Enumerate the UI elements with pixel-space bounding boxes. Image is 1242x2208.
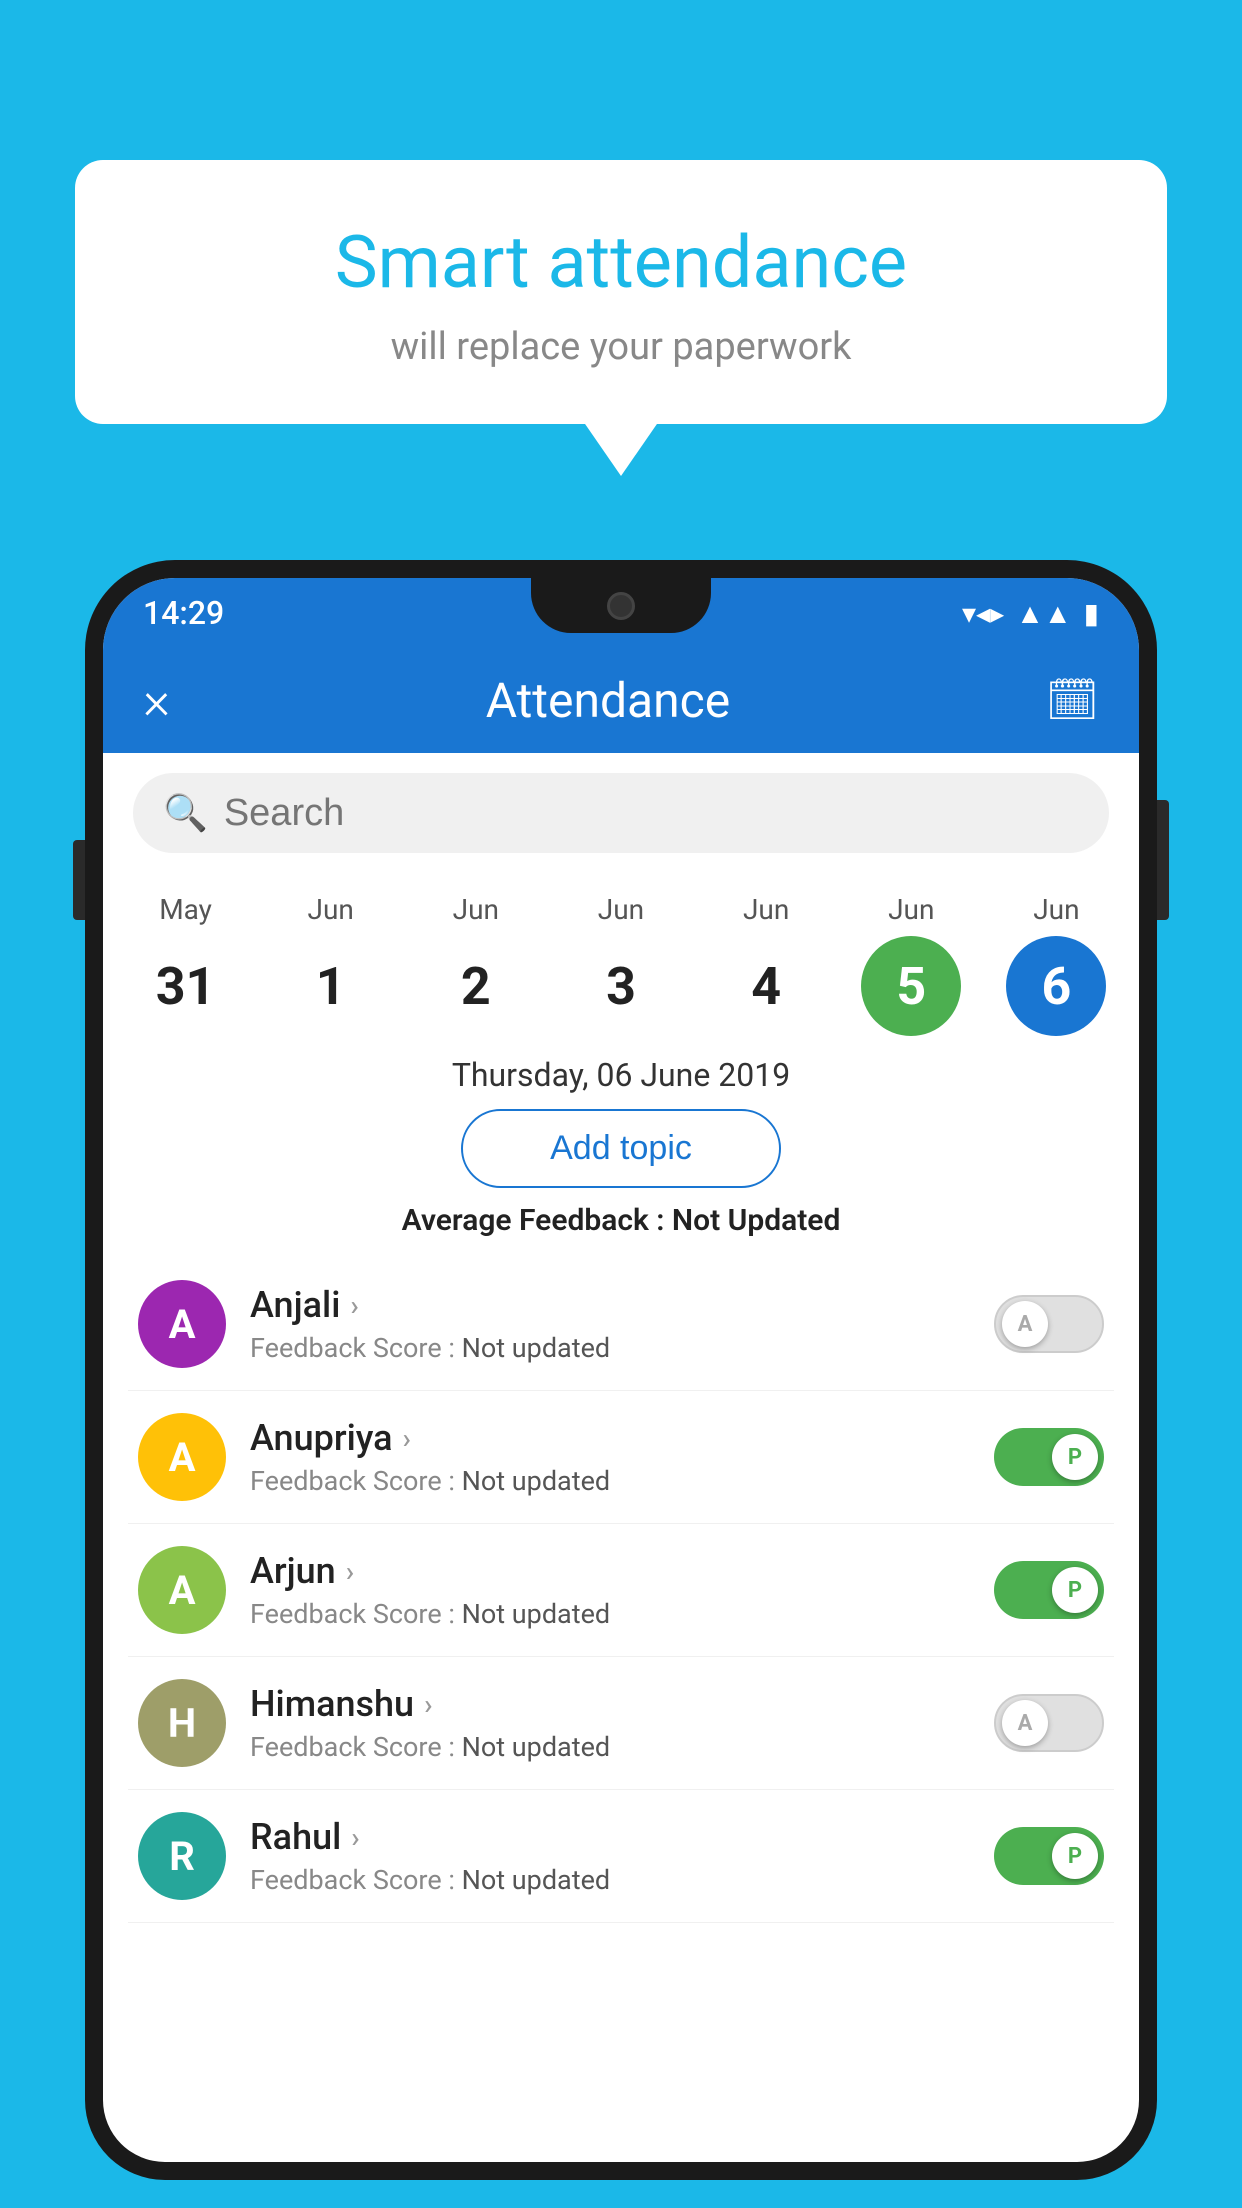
student-feedback-himanshu: Feedback Score : Not updated	[250, 1731, 970, 1763]
chevron-icon-arjun: ›	[346, 1555, 354, 1588]
cal-day-jun3[interactable]: Jun 3	[556, 893, 686, 1036]
chevron-icon-anjali: ›	[350, 1289, 358, 1322]
student-feedback-rahul: Feedback Score : Not updated	[250, 1864, 970, 1896]
chevron-icon-rahul: ›	[351, 1821, 359, 1854]
avg-feedback-value: Not Updated	[672, 1203, 840, 1238]
calendar-icon[interactable]: 🗓	[1046, 676, 1099, 725]
power-button	[1157, 800, 1169, 920]
status-time: 14:29	[143, 594, 224, 632]
header-title: Attendance	[486, 672, 731, 729]
app-header: × Attendance 🗓	[103, 648, 1139, 753]
student-item-arjun[interactable]: A Arjun › Feedback Score : Not updated P	[128, 1524, 1114, 1657]
chevron-icon-anupriya: ›	[403, 1422, 411, 1455]
average-feedback: Average Feedback : Not Updated	[103, 1203, 1139, 1238]
toggle-knob-rahul: P	[1052, 1833, 1098, 1879]
toggle-container-anjali[interactable]: A	[994, 1295, 1104, 1353]
search-input[interactable]	[224, 792, 1079, 835]
avatar-arjun: A	[138, 1546, 226, 1634]
toggle-knob-arjun: P	[1052, 1567, 1098, 1613]
student-name-anupriya: Anupriya ›	[250, 1417, 970, 1459]
student-name-himanshu: Himanshu ›	[250, 1683, 970, 1725]
student-feedback-arjun: Feedback Score : Not updated	[250, 1598, 970, 1630]
cal-day-jun5[interactable]: Jun 5	[846, 893, 976, 1036]
search-bar[interactable]: 🔍	[133, 773, 1109, 853]
toggle-arjun[interactable]: P	[994, 1561, 1104, 1619]
phone-frame: 14:29 ▾◂▸ ▲▲ ▮ × Attendance 🗓 🔍	[85, 560, 1157, 2208]
toggle-knob-anjali: A	[1002, 1301, 1048, 1347]
toggle-himanshu[interactable]: A	[994, 1694, 1104, 1752]
toggle-anjali[interactable]: A	[994, 1295, 1104, 1353]
student-name-arjun: Arjun ›	[250, 1550, 970, 1592]
phone-screen: 14:29 ▾◂▸ ▲▲ ▮ × Attendance 🗓 🔍	[103, 578, 1139, 2162]
chevron-icon-himanshu: ›	[424, 1688, 432, 1721]
cal-day-may31[interactable]: May 31	[121, 893, 251, 1036]
volume-button	[73, 840, 85, 920]
cal-day-jun1[interactable]: Jun 1	[266, 893, 396, 1036]
toggle-container-rahul[interactable]: P	[994, 1827, 1104, 1885]
toggle-anupriya[interactable]: P	[994, 1428, 1104, 1486]
bubble-subtitle: will replace your paperwork	[145, 325, 1097, 369]
student-item-anjali[interactable]: A Anjali › Feedback Score : Not updated …	[128, 1258, 1114, 1391]
student-feedback-anjali: Feedback Score : Not updated	[250, 1332, 970, 1364]
student-item-anupriya[interactable]: A Anupriya › Feedback Score : Not update…	[128, 1391, 1114, 1524]
cal-day-jun2[interactable]: Jun 2	[411, 893, 541, 1036]
signal-icon: ▲▲	[1016, 597, 1071, 630]
student-info-himanshu: Himanshu › Feedback Score : Not updated	[250, 1683, 970, 1763]
avatar-anupriya: A	[138, 1413, 226, 1501]
toggle-knob-anupriya: P	[1052, 1434, 1098, 1480]
toggle-container-himanshu[interactable]: A	[994, 1694, 1104, 1752]
student-name-rahul: Rahul ›	[250, 1816, 970, 1858]
calendar-strip: May 31 Jun 1 Jun 2 Jun 3 Jun 4	[103, 873, 1139, 1036]
toggle-knob-himanshu: A	[1002, 1700, 1048, 1746]
avatar-himanshu: H	[138, 1679, 226, 1767]
phone-outer: 14:29 ▾◂▸ ▲▲ ▮ × Attendance 🗓 🔍	[85, 560, 1157, 2180]
search-icon: 🔍	[163, 792, 208, 834]
speech-bubble-section: Smart attendance will replace your paper…	[75, 160, 1167, 424]
add-topic-button[interactable]: Add topic	[461, 1109, 781, 1188]
avatar-anjali: A	[138, 1280, 226, 1368]
selected-date-label: Thursday, 06 June 2019	[103, 1056, 1139, 1094]
status-icons: ▾◂▸ ▲▲ ▮	[962, 597, 1099, 630]
bubble-title: Smart attendance	[145, 220, 1097, 305]
battery-icon: ▮	[1084, 597, 1099, 630]
student-item-rahul[interactable]: R Rahul › Feedback Score : Not updated P	[128, 1790, 1114, 1923]
toggle-container-anupriya[interactable]: P	[994, 1428, 1104, 1486]
wifi-icon: ▾◂▸	[962, 597, 1004, 630]
student-info-arjun: Arjun › Feedback Score : Not updated	[250, 1550, 970, 1630]
cal-day-jun4[interactable]: Jun 4	[701, 893, 831, 1036]
student-info-anupriya: Anupriya › Feedback Score : Not updated	[250, 1417, 970, 1497]
student-feedback-anupriya: Feedback Score : Not updated	[250, 1465, 970, 1497]
avatar-rahul: R	[138, 1812, 226, 1900]
speech-bubble: Smart attendance will replace your paper…	[75, 160, 1167, 424]
toggle-rahul[interactable]: P	[994, 1827, 1104, 1885]
student-info-anjali: Anjali › Feedback Score : Not updated	[250, 1284, 970, 1364]
student-item-himanshu[interactable]: H Himanshu › Feedback Score : Not update…	[128, 1657, 1114, 1790]
phone-camera	[607, 592, 635, 620]
close-button[interactable]: ×	[143, 675, 170, 727]
student-name-anjali: Anjali ›	[250, 1284, 970, 1326]
avg-feedback-label: Average Feedback :	[402, 1203, 665, 1238]
student-info-rahul: Rahul › Feedback Score : Not updated	[250, 1816, 970, 1896]
phone-notch	[531, 578, 711, 633]
toggle-container-arjun[interactable]: P	[994, 1561, 1104, 1619]
cal-day-jun6[interactable]: Jun 6	[991, 893, 1121, 1036]
student-list: A Anjali › Feedback Score : Not updated …	[103, 1258, 1139, 1923]
